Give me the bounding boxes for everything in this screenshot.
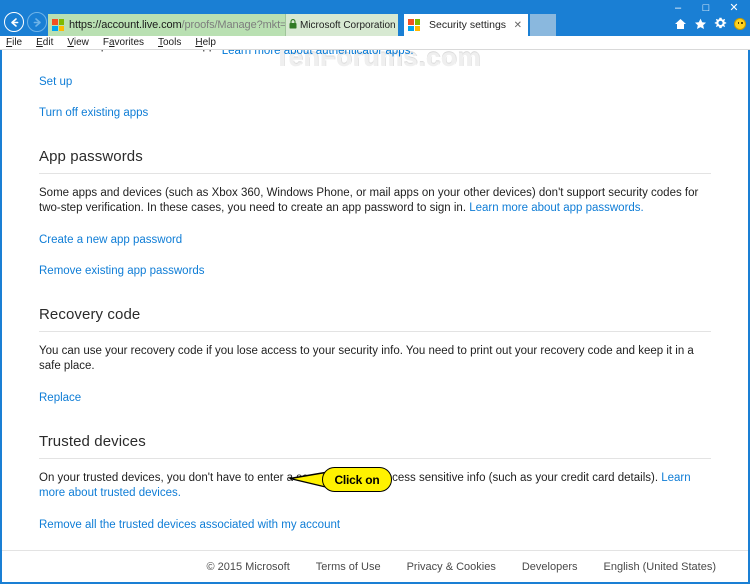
link-row-remove-app-passwords: Remove existing app passwords — [39, 261, 711, 279]
address-bar-url: https://account.live.com/proofs/Manage?m… — [69, 19, 318, 31]
menu-rest-edit: dit — [42, 37, 54, 48]
footer-link-privacy-cookies[interactable]: Privacy & Cookies — [407, 561, 496, 573]
menu-item-favorites[interactable]: Favorites — [103, 37, 144, 48]
page-footer: © 2015 Microsoft Terms of Use Privacy & … — [2, 550, 748, 582]
minimize-button[interactable]: – — [664, 0, 692, 16]
section-divider — [39, 173, 711, 174]
footer-copyright: © 2015 Microsoft — [206, 560, 290, 573]
section-recovery-code: Recovery code You can use your recovery … — [39, 279, 711, 406]
page-viewport: TenForums.com You've set up an authentic… — [1, 50, 749, 583]
section-divider — [39, 331, 711, 332]
home-icon[interactable] — [674, 17, 687, 30]
close-icon[interactable]: ✕ — [512, 20, 524, 31]
menu-item-tools[interactable]: Tools — [158, 37, 181, 48]
new-tab-button[interactable] — [530, 14, 556, 36]
menu-item-view[interactable]: View — [67, 37, 89, 48]
browser-toolbar-icons — [674, 17, 746, 30]
menu-item-file[interactable]: File — [6, 37, 22, 48]
learn-more-app-passwords-link[interactable]: Learn more about app passwords. — [469, 202, 644, 214]
browser-window: https://account.live.com/proofs/Manage?m… — [0, 0, 750, 584]
url-host: account.live.com — [101, 19, 182, 31]
menu-rest-favorites: vorites — [114, 37, 144, 48]
forward-button-icon[interactable] — [27, 12, 47, 32]
site-identity-badge[interactable]: Microsoft Corporation [U... ↻ — [285, 14, 398, 36]
menu-rest-tools: ools — [163, 37, 182, 48]
link-row-remove-trusted-devices: Remove all the trusted devices associate… — [39, 515, 711, 533]
favorites-star-icon[interactable] — [694, 17, 707, 30]
window-controls: – □ ✕ — [664, 0, 748, 16]
link-create-a-new-app-password[interactable]: Create a new app password — [39, 234, 182, 246]
navigation-buttons — [4, 12, 47, 32]
link-turn-off-existing-apps[interactable]: Turn off existing apps — [39, 107, 148, 119]
site-identity-text: Microsoft Corporation [U... — [300, 19, 398, 31]
footer-link-language[interactable]: English (United States) — [604, 561, 717, 573]
menu-item-help[interactable]: Help — [195, 37, 216, 48]
menu-accel-edit: E — [36, 37, 43, 48]
tab-favicon-icon — [408, 19, 420, 31]
menu-bar: File Edit View Favorites Tools Help — [0, 36, 750, 50]
link-row-set-up: Set up — [39, 72, 711, 90]
close-window-button[interactable]: ✕ — [720, 0, 748, 16]
link-replace[interactable]: Replace — [39, 392, 81, 404]
clipped-authenticator-line: You've set up an authenticator app. Lear… — [39, 50, 711, 59]
link-row-replace: Replace — [39, 388, 711, 406]
link-row-create-app-password: Create a new app password — [39, 230, 711, 248]
menu-rest-help: elp — [202, 37, 216, 48]
section-body-app-passwords: Some apps and devices (such as Xbox 360,… — [39, 186, 711, 216]
link-row-turn-off-existing-apps: Turn off existing apps — [39, 103, 711, 121]
footer-link-developers[interactable]: Developers — [522, 561, 578, 573]
microsoft-logo-icon — [52, 19, 64, 31]
link-set-up[interactable]: Set up — [39, 76, 72, 88]
feedback-smiley-icon[interactable] — [734, 17, 746, 30]
browser-titlebar: https://account.live.com/proofs/Manage?m… — [0, 0, 750, 36]
section-title-trusted-devices: Trusted devices — [39, 433, 146, 450]
link-remove-existing-app-passwords[interactable]: Remove existing app passwords — [39, 265, 205, 277]
footer-link-terms-of-use[interactable]: Terms of Use — [316, 561, 381, 573]
menu-accel-help: H — [195, 37, 203, 48]
back-button-icon[interactable] — [4, 12, 24, 32]
learn-more-authenticator-link[interactable]: Learn more about authenticator apps. — [222, 50, 414, 57]
section-title-app-passwords: App passwords — [39, 148, 143, 165]
tab-label: Security settings — [429, 19, 507, 31]
lock-icon — [289, 18, 297, 32]
menu-rest-file: ile — [12, 37, 23, 48]
clipped-line-text: You've set up an authenticator app. — [39, 50, 219, 52]
section-divider — [39, 458, 711, 459]
section-app-passwords: App passwords Some apps and devices (suc… — [39, 121, 711, 279]
callout-click-on: Click on — [289, 467, 396, 495]
section-body-recovery-code: You can use your recovery code if you lo… — [39, 345, 694, 372]
menu-rest-view: iew — [73, 37, 89, 48]
maximize-button[interactable]: □ — [692, 0, 720, 16]
section-title-recovery-code: Recovery code — [39, 306, 141, 323]
tab-security-settings[interactable]: Security settings ✕ — [404, 14, 528, 36]
callout-bubble-label: Click on — [322, 467, 392, 492]
gear-icon[interactable] — [714, 17, 727, 30]
link-remove-all-trusted-devices[interactable]: Remove all the trusted devices associate… — [39, 519, 340, 531]
url-scheme: https:// — [69, 19, 102, 31]
menu-item-edit[interactable]: Edit — [36, 37, 53, 48]
